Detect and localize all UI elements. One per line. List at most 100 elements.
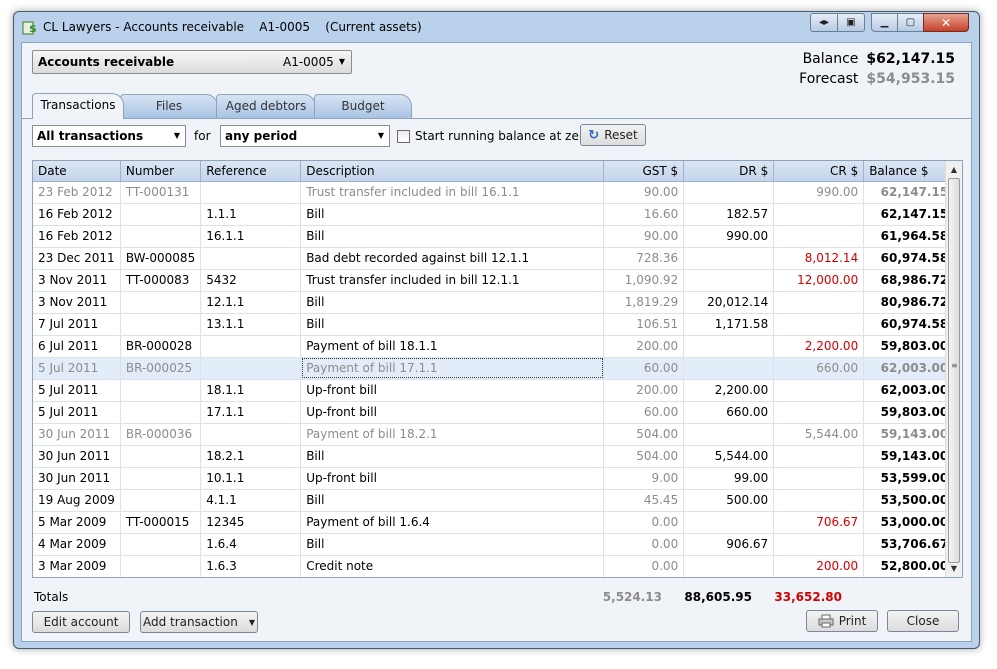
cell-dr: 906.67: [683, 533, 775, 556]
cell-number: BR-000036: [120, 423, 202, 446]
cell-balance: 62,147.15: [863, 181, 955, 204]
cell-number: BR-000025: [120, 357, 202, 380]
print-button[interactable]: Print: [806, 610, 878, 632]
cell-cr: 660.00: [773, 357, 865, 380]
table-row[interactable]: 30 Jun 2011 18.2.1 Bill 504.00 5,544.00 59,14…: [33, 445, 955, 468]
cell-cr: 200.00: [773, 555, 865, 577]
column-header-date[interactable]: Date: [33, 161, 121, 182]
cell-gst: 1,819.29: [603, 291, 685, 314]
cell-gst: 60.00: [603, 401, 685, 424]
table-row[interactable]: 6 Jul 2011 BR-000028 Payment of bill 18.1.…: [33, 335, 955, 358]
column-header-dr[interactable]: DR $: [683, 161, 775, 182]
add-transaction-label: Add transaction: [143, 615, 238, 629]
tab-files[interactable]: Files: [120, 94, 218, 118]
tab-bar: Transactions Files Aged debtors Budget: [22, 93, 971, 119]
table-row[interactable]: 3 Nov 2011 TT-000083 5432 Trust transfer in…: [33, 269, 955, 292]
cell-date: 4 Mar 2009: [33, 533, 121, 556]
cell-description: Trust transfer included in bill 12.1.1: [300, 269, 605, 292]
column-header-balance[interactable]: Balance $: [863, 161, 955, 182]
tab-budget[interactable]: Budget: [314, 94, 412, 118]
cell-date: 30 Jun 2011: [33, 467, 121, 490]
cell-description: Trust transfer included in bill 16.1.1: [300, 181, 605, 204]
table-row[interactable]: 4 Mar 2009 1.6.4 Bill 0.00 906.67 53,706.67: [33, 533, 955, 556]
cell-dr: [683, 511, 775, 534]
cell-dr: 20,012.14: [683, 291, 775, 314]
edit-account-button[interactable]: Edit account: [32, 611, 130, 633]
table-row[interactable]: 5 Mar 2009 TT-000015 12345 Payment of bill …: [33, 511, 955, 534]
table-row[interactable]: 3 Nov 2011 12.1.1 Bill 1,819.29 20,012.14 80,…: [33, 291, 955, 314]
cell-dr: 660.00: [683, 401, 775, 424]
cell-balance: 53,599.00: [863, 467, 955, 490]
svg-text:$: $: [29, 22, 37, 35]
vertical-scrollbar[interactable]: ▲ ≡ ▼: [945, 161, 962, 577]
app-window: $ CL Lawyers - Accounts receivable A1-00…: [13, 11, 980, 649]
cell-balance: 80,986.72: [863, 291, 955, 314]
account-dropdown[interactable]: Accounts receivable A1-0005 ▼: [32, 50, 352, 74]
cell-description: Up-front bill: [300, 379, 605, 402]
maximize-button[interactable]: ▢: [897, 13, 924, 32]
cell-gst: 90.00: [603, 225, 685, 248]
table-row[interactable]: 30 Jun 2011 BR-000036 Payment of bill 18.2…: [33, 423, 955, 446]
cell-gst: 0.00: [603, 555, 685, 577]
cell-cr: 8,012.14: [773, 247, 865, 270]
cell-description: Payment of bill 18.1.1: [300, 335, 605, 358]
table-row[interactable]: 19 Aug 2009 4.1.1 Bill 45.45 500.00 53,500.00: [33, 489, 955, 512]
cell-date: 23 Dec 2011: [33, 247, 121, 270]
table-row[interactable]: 5 Jul 2011 BR-000025 Payment of bill 17.1.…: [33, 357, 955, 380]
cell-number: TT-000131: [120, 181, 202, 204]
cell-cr: [773, 225, 865, 248]
table-row[interactable]: 16 Feb 2012 1.1.1 Bill 16.60 182.57 62,147.15: [33, 203, 955, 226]
cell-dr: 1,171.58: [683, 313, 775, 336]
cell-reference: 17.1.1: [200, 401, 302, 424]
cell-gst: 0.00: [603, 511, 685, 534]
period-dropdown[interactable]: any period ▼: [220, 125, 390, 147]
tab-transactions[interactable]: Transactions: [32, 93, 124, 119]
table-row[interactable]: 30 Jun 2011 10.1.1 Up-front bill 9.00 99.00 5…: [33, 467, 955, 490]
table-header: Date Number Reference Description GST $ …: [33, 161, 955, 182]
cell-balance: 62,147.15: [863, 203, 955, 226]
scroll-down-icon[interactable]: ▼: [946, 560, 962, 577]
cell-dr: 2,200.00: [683, 379, 775, 402]
table-row[interactable]: 16 Feb 2012 16.1.1 Bill 90.00 990.00 61,964.5…: [33, 225, 955, 248]
cell-gst: 90.00: [603, 181, 685, 204]
cell-balance: 59,143.00: [863, 423, 955, 446]
column-header-cr[interactable]: CR $: [773, 161, 865, 182]
table-row[interactable]: 5 Jul 2011 18.1.1 Up-front bill 200.00 2,200…: [33, 379, 955, 402]
cell-gst: 0.00: [603, 533, 685, 556]
cell-number: [120, 533, 202, 556]
cell-number: [120, 225, 202, 248]
cell-cr: 2,200.00: [773, 335, 865, 358]
back-forward-icon[interactable]: ◂▸: [810, 13, 838, 32]
printer-icon: [818, 614, 834, 628]
close-button[interactable]: Close: [887, 610, 959, 632]
table-row[interactable]: 7 Jul 2011 13.1.1 Bill 106.51 1,171.58 60,974…: [33, 313, 955, 336]
column-header-reference[interactable]: Reference: [200, 161, 302, 182]
cell-number: [120, 467, 202, 490]
table-row[interactable]: 5 Jul 2011 17.1.1 Up-front bill 60.00 660.00…: [33, 401, 955, 424]
cell-dr: [683, 181, 775, 204]
transaction-type-dropdown[interactable]: All transactions ▼: [32, 125, 186, 147]
cell-reference: [200, 181, 302, 204]
totals-label: Totals: [34, 590, 69, 604]
cell-date: 3 Mar 2009: [33, 555, 121, 577]
cell-number: [120, 401, 202, 424]
table-row[interactable]: 23 Dec 2011 BW-000085 Bad debt recorded ag…: [33, 247, 955, 270]
column-header-number[interactable]: Number: [120, 161, 202, 182]
table-row[interactable]: 3 Mar 2009 1.6.3 Credit note 0.00 200.00 52,8…: [33, 555, 955, 577]
running-balance-checkbox[interactable]: [397, 130, 410, 143]
close-window-button[interactable]: ✕: [923, 13, 969, 32]
scrollbar-thumb[interactable]: ≡: [948, 178, 960, 563]
column-header-description[interactable]: Description: [300, 161, 605, 182]
tab-aged-debtors[interactable]: Aged debtors: [216, 94, 316, 118]
cell-balance: 62,003.00: [863, 379, 955, 402]
minimize-button[interactable]: ▁: [871, 13, 898, 32]
cell-dr: [683, 555, 775, 577]
add-transaction-button[interactable]: Add transaction ▼: [140, 611, 258, 633]
column-header-gst[interactable]: GST $: [603, 161, 685, 182]
table-row[interactable]: 23 Feb 2012 TT-000131 Trust transfer inclu…: [33, 181, 955, 204]
transactions-grid: Date Number Reference Description GST $ …: [32, 160, 963, 578]
reset-button[interactable]: ↻ Reset: [580, 124, 646, 146]
scroll-up-icon[interactable]: ▲: [946, 161, 962, 178]
title-bar[interactable]: $ CL Lawyers - Accounts receivable A1-00…: [14, 12, 979, 42]
restore-window-icon[interactable]: ▣: [837, 13, 865, 32]
